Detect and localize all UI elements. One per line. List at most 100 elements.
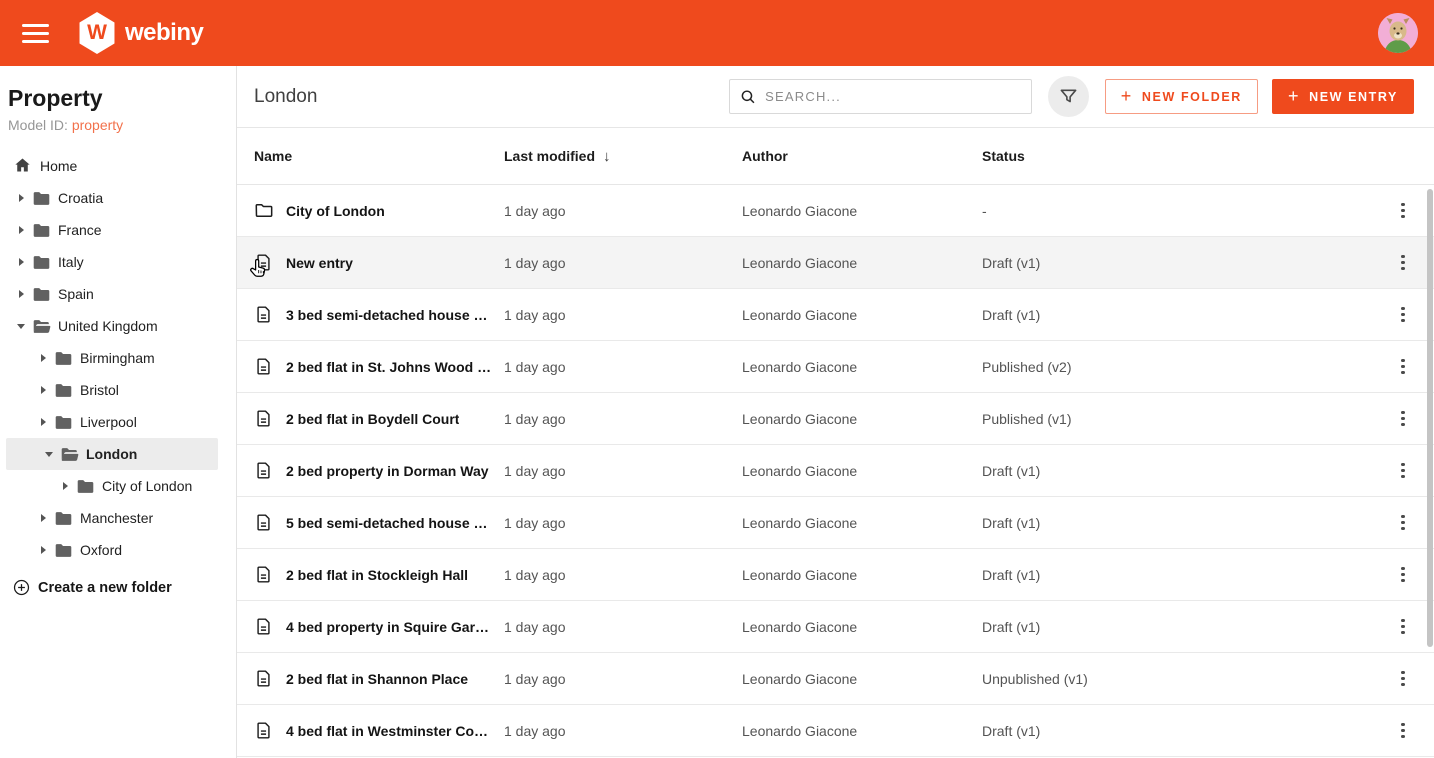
webiny-wordmark: webiny — [125, 19, 204, 46]
entry-status: Draft (v1) — [982, 254, 1041, 271]
chevron-icon[interactable] — [14, 258, 28, 266]
sidebar-item-home[interactable]: Home — [0, 149, 236, 182]
entry-name: New entry — [286, 254, 353, 271]
entry-modified: 1 day ago — [504, 618, 566, 635]
chevron-icon[interactable] — [36, 418, 50, 426]
table-row[interactable]: 2 bed flat in St. Johns Wood … 1 day ago… — [237, 341, 1434, 393]
avatar-dog-image — [1378, 13, 1418, 53]
webiny-logo[interactable]: W webiny — [78, 12, 204, 54]
sidebar-item-france[interactable]: France — [0, 214, 236, 246]
sidebar-item-manchester[interactable]: Manchester — [0, 502, 236, 534]
sidebar-item-liverpool[interactable]: Liverpool — [0, 406, 236, 438]
sidebar-item-label: Home — [40, 157, 78, 174]
entry-status: - — [982, 202, 987, 219]
row-actions-menu-button[interactable] — [1388, 300, 1418, 330]
table-row[interactable]: 3 bed semi-detached house … 1 day ago Le… — [237, 289, 1434, 341]
entry-name: 2 bed flat in Boydell Court — [286, 410, 460, 427]
sidebar-folder-label: Bristol — [80, 382, 119, 398]
table-row[interactable]: 4 bed flat in Westminster Co… 1 day ago … — [237, 705, 1434, 757]
chevron-icon[interactable] — [14, 290, 28, 298]
entry-modified: 1 day ago — [504, 722, 566, 739]
sidebar-item-oxford[interactable]: Oxford — [0, 534, 236, 566]
table-row[interactable]: 2 bed flat in Shannon Place 1 day ago Le… — [237, 653, 1434, 705]
folder-icon — [33, 287, 50, 301]
entry-author: Leonardo Giacone — [742, 566, 858, 583]
row-actions-menu-button[interactable] — [1388, 248, 1418, 278]
table-row[interactable]: 2 bed flat in Boydell Court 1 day ago Le… — [237, 393, 1434, 445]
entry-status: Draft (v1) — [982, 722, 1041, 739]
entry-author: Leonardo Giacone — [742, 618, 858, 635]
entry-modified: 1 day ago — [504, 254, 566, 271]
sidebar-item-united-kingdom[interactable]: United Kingdom — [0, 310, 236, 342]
table-row[interactable]: New entry 1 day ago Leonardo Giacone Dra… — [237, 237, 1434, 289]
table-row[interactable]: 4 bed property in Squire Gar… 1 day ago … — [237, 601, 1434, 653]
folder-icon — [55, 351, 72, 365]
entry-modified: 1 day ago — [504, 358, 566, 375]
row-actions-menu-button[interactable] — [1388, 560, 1418, 590]
table-row[interactable]: 2 bed flat in Stockleigh Hall 1 day ago … — [237, 549, 1434, 601]
entry-status: Draft (v1) — [982, 566, 1041, 583]
search-input[interactable] — [765, 89, 1021, 104]
sidebar-item-city-of-london[interactable]: City of London — [0, 470, 236, 502]
row-actions-menu-button[interactable] — [1388, 456, 1418, 486]
entry-name: 2 bed property in Dorman Way — [286, 462, 489, 479]
row-actions-menu-button[interactable] — [1388, 404, 1418, 434]
row-actions-menu-button[interactable] — [1388, 612, 1418, 642]
search-icon — [741, 89, 755, 103]
chevron-icon[interactable] — [36, 514, 50, 522]
sidebar-item-birmingham[interactable]: Birmingham — [0, 342, 236, 374]
entry-status: Unpublished (v1) — [982, 670, 1088, 687]
chevron-icon[interactable] — [42, 451, 56, 457]
row-actions-menu-button[interactable] — [1388, 352, 1418, 382]
table-body: City of London 1 day ago Leonardo Giacon… — [237, 185, 1434, 757]
entry-modified: 1 day ago — [504, 410, 566, 427]
new-entry-button[interactable]: + NEW ENTRY — [1271, 79, 1414, 114]
row-actions-menu-button[interactable] — [1388, 196, 1418, 226]
folder-icon — [55, 415, 72, 429]
user-avatar[interactable] — [1378, 13, 1418, 53]
folder-icon — [33, 223, 50, 237]
current-folder-title: London — [254, 85, 318, 107]
chevron-icon[interactable] — [58, 482, 72, 490]
filter-button[interactable] — [1047, 76, 1089, 117]
vertical-scrollbar[interactable] — [1427, 189, 1433, 647]
table-row[interactable]: City of London 1 day ago Leonardo Giacon… — [237, 185, 1434, 237]
entry-status: Draft (v1) — [982, 462, 1041, 479]
model-title: Property — [8, 85, 103, 111]
entry-name: 2 bed flat in Shannon Place — [286, 670, 469, 687]
sidebar-folder-label: Manchester — [80, 510, 154, 526]
table-row[interactable]: 5 bed semi-detached house … 1 day ago Le… — [237, 497, 1434, 549]
chevron-icon[interactable] — [14, 323, 28, 329]
column-header-last-modified[interactable]: Last modified ↓ — [504, 148, 742, 165]
sidebar-item-bristol[interactable]: Bristol — [0, 374, 236, 406]
entry-modified: 1 day ago — [504, 514, 566, 531]
create-folder-button[interactable]: Create a new folder — [0, 579, 236, 596]
column-header-name[interactable]: Name — [254, 148, 504, 164]
table-row[interactable]: 2 bed property in Dorman Way 1 day ago L… — [237, 445, 1434, 497]
home-icon — [15, 158, 30, 172]
row-actions-menu-button[interactable] — [1388, 716, 1418, 746]
new-entry-label: NEW ENTRY — [1309, 89, 1398, 104]
folder-open-icon — [33, 319, 51, 333]
plus-icon: + — [1287, 85, 1301, 106]
hamburger-menu-icon[interactable] — [22, 23, 49, 43]
chevron-icon[interactable] — [14, 194, 28, 202]
chevron-icon[interactable] — [14, 226, 28, 234]
sidebar-item-spain[interactable]: Spain — [0, 278, 236, 310]
circle-plus-icon — [13, 579, 30, 596]
webiny-hexagon-icon: W — [79, 12, 115, 54]
sidebar-item-italy[interactable]: Italy — [0, 246, 236, 278]
new-folder-button[interactable]: + NEW FOLDER — [1104, 79, 1258, 114]
row-actions-menu-button[interactable] — [1388, 664, 1418, 694]
chevron-icon[interactable] — [36, 354, 50, 362]
chevron-icon[interactable] — [36, 546, 50, 554]
row-actions-menu-button[interactable] — [1388, 508, 1418, 538]
chevron-icon[interactable] — [36, 386, 50, 394]
sidebar-folder-label: France — [58, 222, 102, 238]
sidebar-item-croatia[interactable]: Croatia — [0, 182, 236, 214]
folder-icon — [255, 204, 273, 217]
entry-name: 4 bed flat in Westminster Co… — [286, 722, 488, 739]
sidebar-item-london[interactable]: London — [6, 438, 218, 470]
model-id-value: property — [71, 117, 124, 133]
document-icon — [257, 358, 270, 375]
